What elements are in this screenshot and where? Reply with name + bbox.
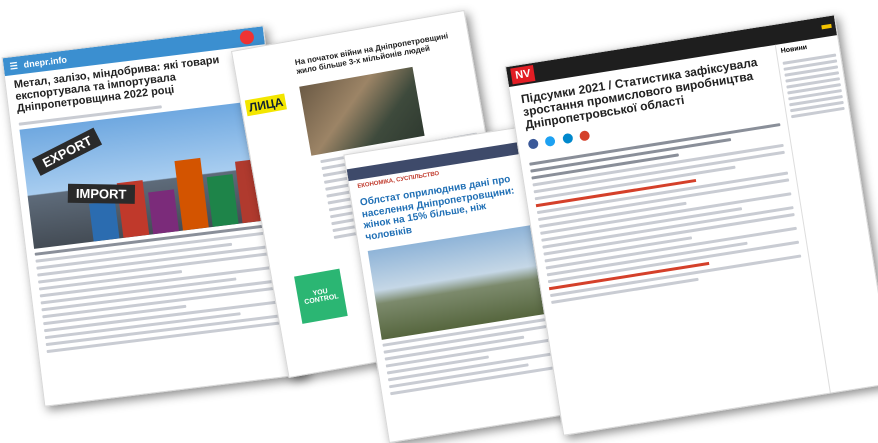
- article-image: EXPORT IMPORT: [19, 100, 279, 250]
- site-logo[interactable]: dnepr.info: [23, 54, 67, 69]
- twitter-icon[interactable]: [544, 135, 557, 147]
- menu-icon[interactable]: ☰: [9, 60, 18, 72]
- article-page-nv: NV Підсумки 2021 / Статистика зафіксувал…: [504, 14, 878, 436]
- export-sign: EXPORT: [32, 127, 103, 177]
- share-icon[interactable]: [579, 129, 591, 142]
- site-logo[interactable]: ЛИЦА: [244, 93, 288, 117]
- facebook-icon[interactable]: [527, 137, 539, 150]
- site-logo[interactable]: NV: [510, 64, 536, 85]
- import-sign: IMPORT: [67, 183, 135, 205]
- ad-banner[interactable]: YOU CONTROL: [294, 268, 348, 324]
- subscribe-button[interactable]: [821, 23, 832, 30]
- telegram-icon[interactable]: [561, 132, 574, 144]
- article-photo: [299, 66, 425, 156]
